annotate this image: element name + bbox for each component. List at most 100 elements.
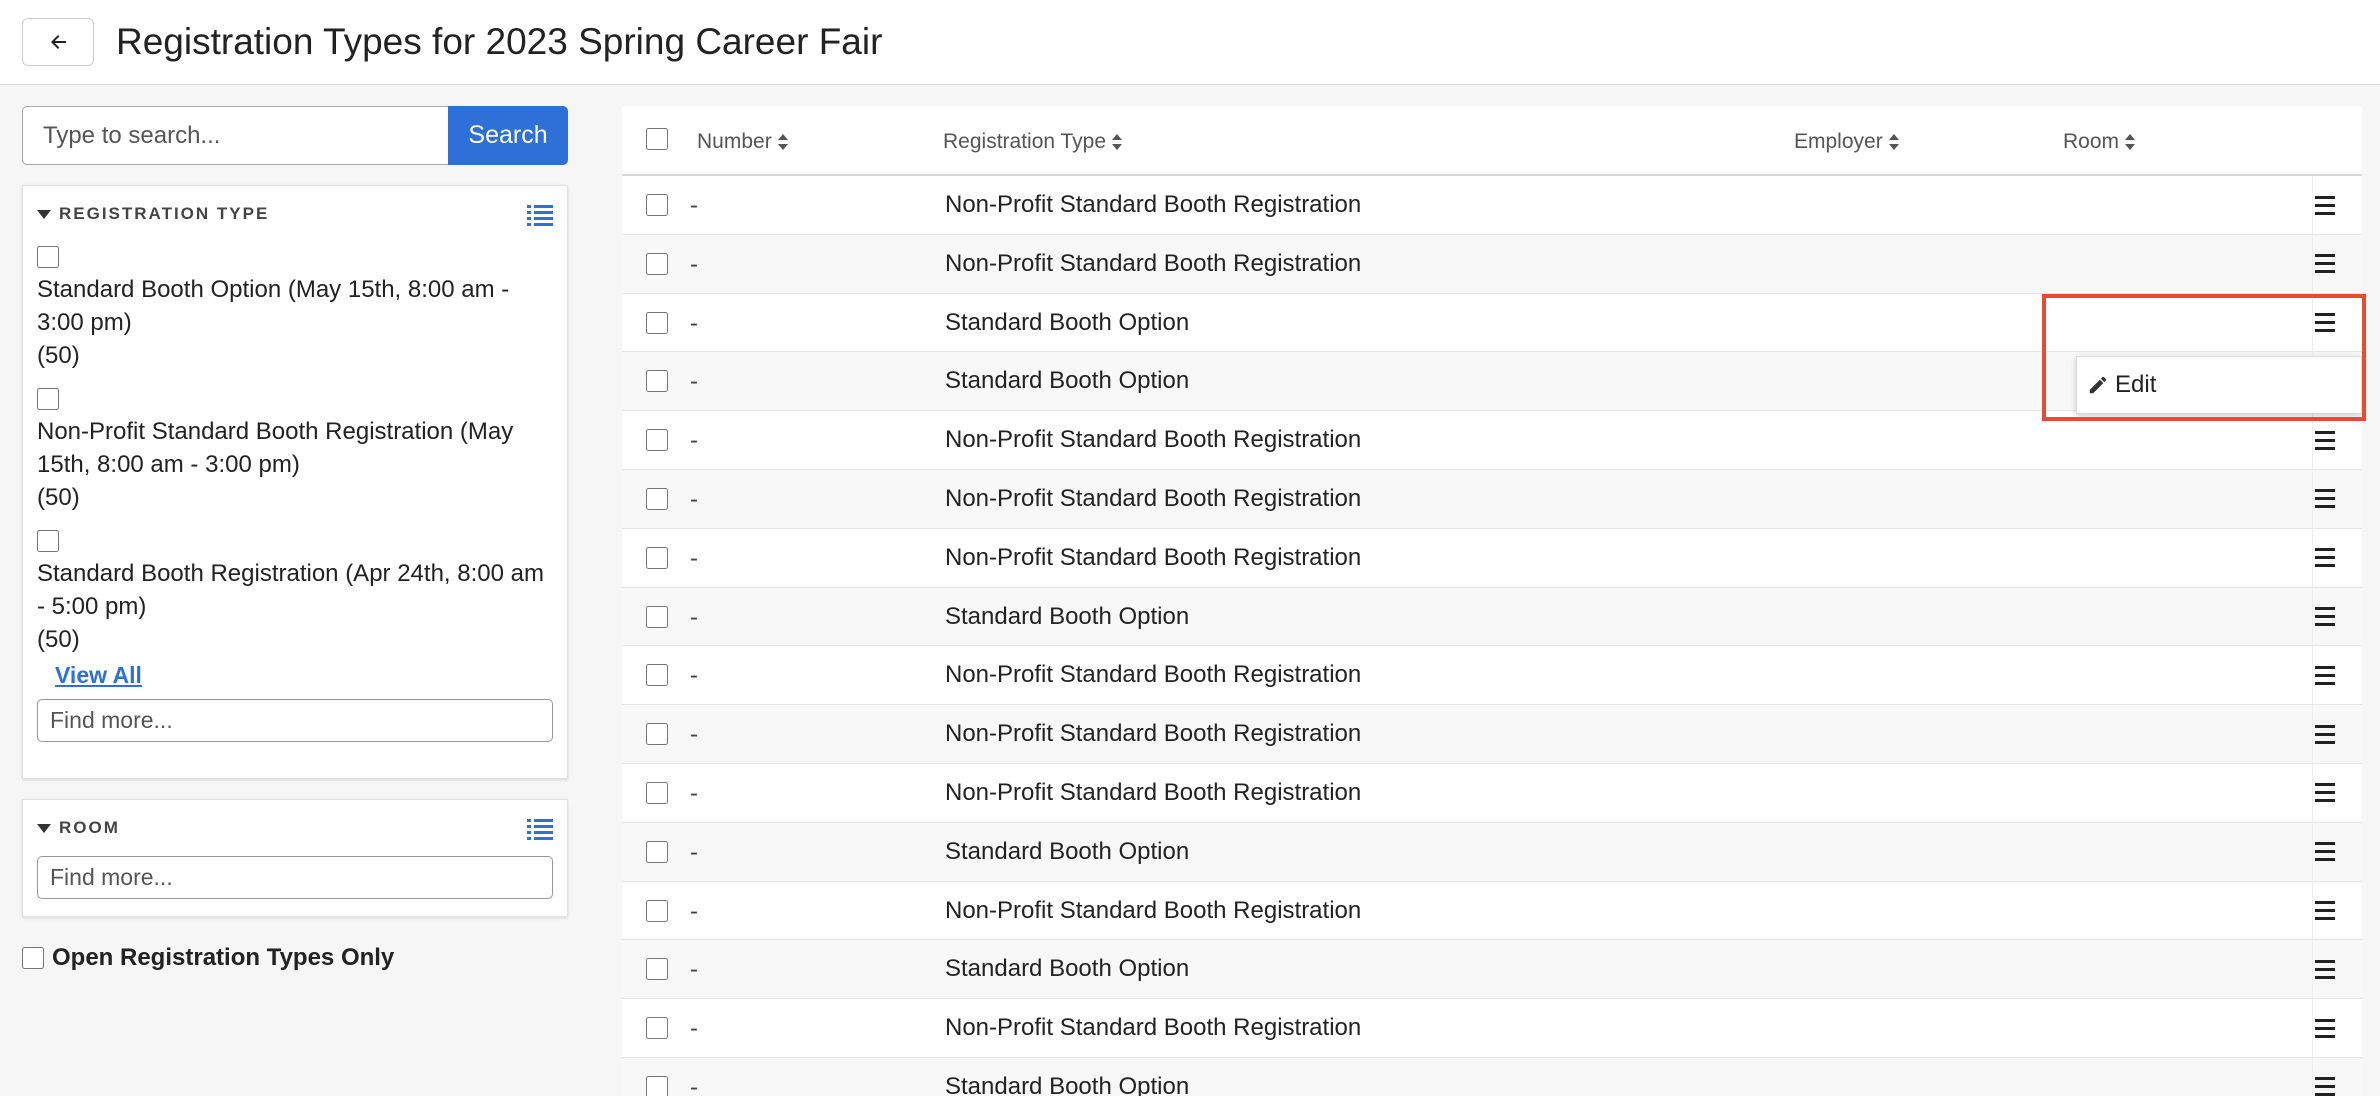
- sort-icon[interactable]: [2125, 133, 2136, 151]
- row-checkbox[interactable]: [646, 311, 668, 334]
- find-more-input[interactable]: [37, 699, 553, 742]
- row-checkbox[interactable]: [646, 605, 668, 628]
- row-registration-type[interactable]: Standard Booth Option: [945, 955, 1189, 983]
- column-header-registration-type[interactable]: Registration Type: [943, 130, 1123, 154]
- facet-option-label: Standard Booth Option (May 15th, 8:00 am…: [37, 276, 510, 336]
- row-registration-type[interactable]: Non-Profit Standard Booth Registration: [945, 544, 1361, 572]
- table-row[interactable]: - Non-Profit Standard Booth Registration: [622, 528, 2362, 588]
- column-header-room[interactable]: Room: [2063, 130, 2136, 154]
- sort-icon[interactable]: [1888, 133, 1899, 151]
- row-checkbox[interactable]: [646, 546, 668, 569]
- back-button[interactable]: [22, 18, 94, 66]
- table-row[interactable]: - Non-Profit Standard Booth Registration: [622, 469, 2362, 529]
- row-registration-type[interactable]: Standard Booth Option: [945, 838, 1189, 866]
- row-checkbox[interactable]: [646, 429, 668, 452]
- facet-checkbox[interactable]: [37, 246, 59, 268]
- row-registration-type[interactable]: Standard Booth Option: [945, 367, 1189, 395]
- open-only-label: Open Registration Types Only: [52, 944, 395, 971]
- hamburger-menu-icon[interactable]: [2308, 425, 2342, 455]
- hamburger-menu-icon[interactable]: [2308, 1072, 2342, 1096]
- hamburger-menu-icon[interactable]: [2308, 543, 2342, 573]
- facet-checkbox[interactable]: [37, 388, 59, 410]
- row-checkbox[interactable]: [646, 1075, 668, 1096]
- facet-checkbox[interactable]: [37, 530, 59, 552]
- table-row[interactable]: - Non-Profit Standard Booth Registration: [622, 646, 2362, 706]
- room-facet-header[interactable]: ROOM: [23, 800, 567, 856]
- open-only-filter[interactable]: Open Registration Types Only: [22, 944, 394, 972]
- column-header-number[interactable]: Number: [697, 130, 788, 154]
- arrow-left-icon: [51, 35, 66, 49]
- hamburger-menu-icon[interactable]: [2308, 249, 2342, 279]
- table-row[interactable]: - Non-Profit Standard Booth Registration: [622, 763, 2362, 823]
- row-registration-type[interactable]: Non-Profit Standard Booth Registration: [945, 250, 1361, 278]
- hamburger-menu-icon[interactable]: [2308, 837, 2342, 867]
- row-registration-type[interactable]: Non-Profit Standard Booth Registration: [945, 191, 1361, 219]
- row-checkbox[interactable]: [646, 370, 668, 393]
- registration-type-facet-header[interactable]: REGISTRATION TYPE: [23, 186, 567, 242]
- page-title: Registration Types for 2023 Spring Caree…: [116, 21, 883, 62]
- row-checkbox[interactable]: [646, 899, 668, 922]
- column-label: Number: [697, 130, 772, 153]
- row-checkbox[interactable]: [646, 781, 668, 804]
- hamburger-menu-icon[interactable]: [2308, 660, 2342, 690]
- table-row[interactable]: - Non-Profit Standard Booth Registration: [622, 234, 2362, 294]
- facet-option: Standard Booth Registration (Apr 24th, 8…: [23, 526, 567, 656]
- hamburger-menu-icon[interactable]: [2308, 896, 2342, 926]
- table-row[interactable]: - Non-Profit Standard Booth Registration: [622, 881, 2362, 941]
- list-icon[interactable]: [527, 204, 553, 226]
- hamburger-menu-icon[interactable]: [2308, 1013, 2342, 1043]
- caret-down-icon[interactable]: [37, 823, 51, 833]
- table-row[interactable]: - Standard Booth Option: [622, 1057, 2362, 1096]
- row-number: -: [690, 485, 698, 513]
- row-checkbox[interactable]: [646, 487, 668, 510]
- hamburger-menu-icon[interactable]: [2308, 190, 2342, 220]
- row-registration-type[interactable]: Non-Profit Standard Booth Registration: [945, 485, 1361, 513]
- row-number: -: [690, 250, 698, 278]
- view-all-link[interactable]: View All: [55, 662, 567, 689]
- table-row[interactable]: - Non-Profit Standard Booth Registration: [622, 705, 2362, 764]
- search-bar: Search: [22, 106, 568, 165]
- row-registration-type[interactable]: Non-Profit Standard Booth Registration: [945, 1014, 1361, 1042]
- row-checkbox[interactable]: [646, 840, 668, 863]
- row-checkbox[interactable]: [646, 252, 668, 275]
- row-checkbox[interactable]: [646, 1017, 668, 1040]
- table-row[interactable]: - Non-Profit Standard Booth Registration: [622, 999, 2362, 1058]
- sort-icon[interactable]: [1112, 133, 1123, 151]
- hamburger-menu-icon[interactable]: [2308, 778, 2342, 808]
- facet-option-label: Standard Booth Registration (Apr 24th, 8…: [37, 560, 544, 620]
- search-input[interactable]: [22, 106, 448, 165]
- hamburger-menu-icon[interactable]: [2308, 602, 2342, 632]
- table-row[interactable]: - Non-Profit Standard Booth Registration: [622, 176, 2362, 235]
- caret-down-icon[interactable]: [37, 209, 51, 219]
- table-row[interactable]: - Standard Booth Option: [622, 940, 2362, 1000]
- row-registration-type[interactable]: Non-Profit Standard Booth Registration: [945, 779, 1361, 807]
- list-icon[interactable]: [527, 818, 553, 840]
- search-button[interactable]: Search: [448, 106, 568, 165]
- row-checkbox[interactable]: [646, 664, 668, 687]
- facet-option-count: (50): [37, 484, 80, 511]
- row-checkbox[interactable]: [646, 958, 668, 981]
- select-all-checkbox[interactable]: [646, 128, 668, 150]
- row-registration-type[interactable]: Standard Booth Option: [945, 603, 1189, 631]
- open-only-checkbox[interactable]: [22, 947, 44, 969]
- hamburger-menu-icon[interactable]: [2308, 484, 2342, 514]
- row-registration-type[interactable]: Standard Booth Option: [945, 309, 1189, 337]
- row-registration-type[interactable]: Non-Profit Standard Booth Registration: [945, 897, 1361, 925]
- row-number: -: [690, 192, 698, 219]
- row-checkbox[interactable]: [646, 194, 668, 216]
- table-row[interactable]: - Standard Booth Option: [622, 587, 2362, 647]
- row-registration-type[interactable]: Non-Profit Standard Booth Registration: [945, 426, 1361, 454]
- hamburger-menu-icon[interactable]: [2308, 954, 2342, 984]
- sort-icon[interactable]: [777, 133, 788, 151]
- room-find-more-input[interactable]: [37, 856, 553, 899]
- hamburger-menu-icon[interactable]: [2308, 719, 2342, 749]
- table-header: Number Registration Type Employer Room: [622, 106, 2362, 176]
- row-registration-type[interactable]: Non-Profit Standard Booth Registration: [945, 720, 1361, 748]
- column-header-employer[interactable]: Employer: [1794, 130, 1899, 154]
- row-number: -: [690, 662, 698, 690]
- row-number: -: [690, 838, 698, 866]
- row-registration-type[interactable]: Non-Profit Standard Booth Registration: [945, 661, 1361, 689]
- row-checkbox[interactable]: [646, 723, 668, 746]
- table-row[interactable]: - Standard Booth Option: [622, 822, 2362, 882]
- row-registration-type[interactable]: Standard Booth Option: [945, 1073, 1189, 1096]
